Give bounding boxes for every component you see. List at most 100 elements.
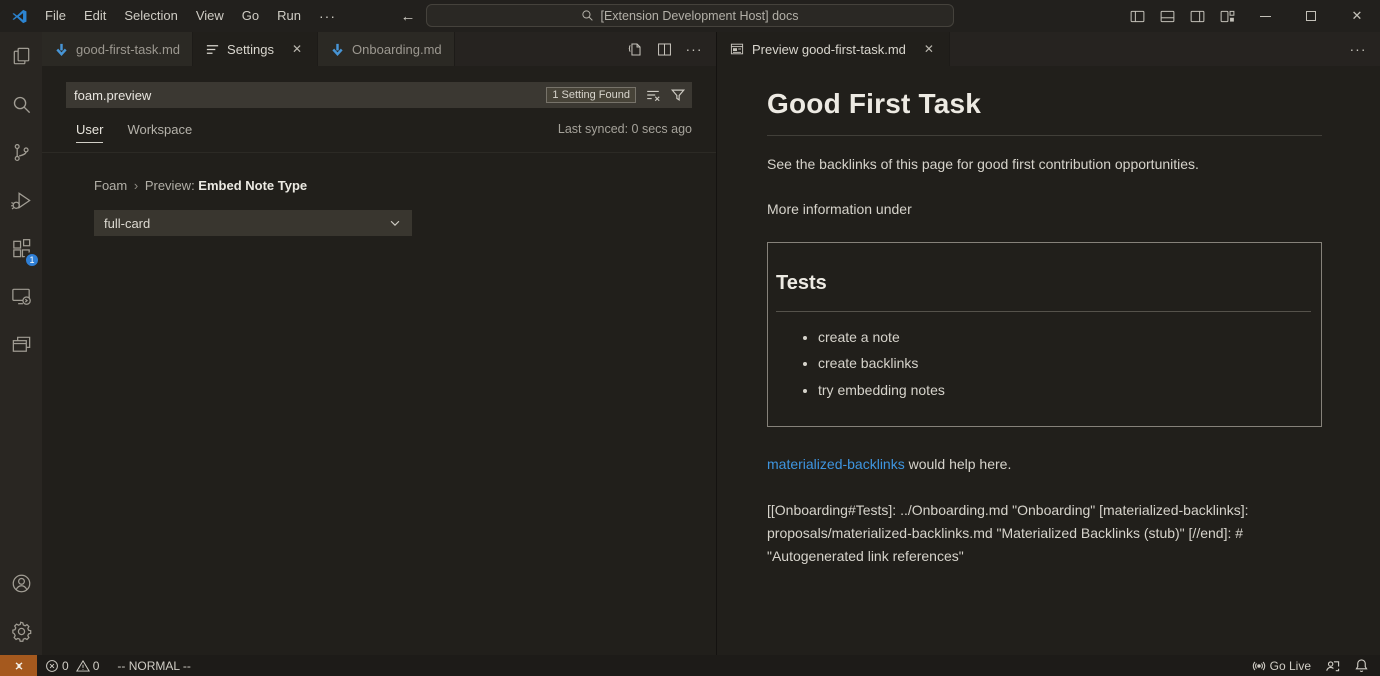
split-editor-icon[interactable] xyxy=(650,36,678,62)
setting-item-embed-note-type: Foam › Preview: Embed Note Type full-car… xyxy=(94,178,412,236)
scope-tab-user[interactable]: User xyxy=(76,122,103,143)
markdown-file-icon xyxy=(54,42,69,57)
go-live-button[interactable]: Go Live xyxy=(1245,655,1318,676)
editor-actions-right: ··· xyxy=(1344,32,1380,66)
menu-view[interactable]: View xyxy=(187,0,233,32)
setting-name: Embed Note Type xyxy=(198,178,307,193)
clear-settings-search-icon[interactable] xyxy=(642,84,664,106)
embedded-note-list: create a note create backlinks try embed… xyxy=(776,327,1311,400)
markdown-file-icon xyxy=(330,42,345,57)
settings-header-divider xyxy=(42,152,716,153)
vim-mode-indicator[interactable]: -- NORMAL -- xyxy=(110,655,198,676)
editor-group-right: Preview good-first-task.md ✕ ··· Good Fi… xyxy=(716,32,1380,655)
menu-go[interactable]: Go xyxy=(233,0,268,32)
list-item: create a note xyxy=(818,327,1311,347)
menu-selection[interactable]: Selection xyxy=(115,0,186,32)
more-actions-icon[interactable]: ··· xyxy=(1344,36,1372,62)
tab-preview-good-first-task[interactable]: Preview good-first-task.md ✕ xyxy=(717,32,950,66)
status-bar: 0 0 -- NORMAL -- Go Live xyxy=(0,655,1380,676)
tab-label: good-first-task.md xyxy=(76,42,180,57)
remote-indicator[interactable] xyxy=(0,655,37,676)
maximize-button[interactable] xyxy=(1288,0,1334,32)
setting-subcategory: Preview: xyxy=(145,178,198,193)
settings-search-box: 1 Setting Found xyxy=(66,82,692,108)
list-item: try embedding notes xyxy=(818,380,1311,400)
preview-title: Good First Task xyxy=(767,84,1322,136)
menu-more-icon[interactable]: ··· xyxy=(310,0,345,32)
editor-actions-left: ··· xyxy=(620,32,716,66)
source-control-icon[interactable] xyxy=(0,128,42,176)
more-actions-icon[interactable]: ··· xyxy=(680,36,708,62)
search-view-icon[interactable] xyxy=(0,80,42,128)
preview-paragraph: More information under xyxy=(767,199,1322,219)
open-settings-json-icon[interactable] xyxy=(620,36,648,62)
settings-scope-tabs: User Workspace Last synced: 0 secs ago xyxy=(76,122,692,148)
tab-good-first-task[interactable]: good-first-task.md xyxy=(42,32,193,66)
settings-list-icon xyxy=(205,42,220,57)
settings-search-input[interactable] xyxy=(66,88,546,103)
error-icon xyxy=(45,659,59,673)
scope-tab-workspace[interactable]: Workspace xyxy=(127,122,192,142)
nav-back-icon[interactable]: ← xyxy=(396,0,420,32)
tab-label: Onboarding.md xyxy=(352,42,442,57)
dropdown-value: full-card xyxy=(104,216,150,231)
titlebar: File Edit Selection View Go Run ··· ← → … xyxy=(0,0,1380,32)
extensions-icon[interactable]: 1 xyxy=(0,224,42,272)
embed-note-type-dropdown[interactable]: full-card xyxy=(94,210,412,236)
editor-group-left: good-first-task.md Settings ✕ Onboarding… xyxy=(42,32,716,655)
warning-icon xyxy=(76,659,90,673)
remote-icon xyxy=(12,659,26,673)
toggle-panel-icon[interactable] xyxy=(1152,0,1182,32)
vscode-logo-icon xyxy=(11,8,28,25)
chevron-down-icon xyxy=(388,216,402,230)
workbench: 1 good-first-task.md xyxy=(0,32,1380,655)
menu-edit[interactable]: Edit xyxy=(75,0,115,32)
editor-layouts-icon[interactable] xyxy=(0,320,42,368)
embedded-note-title: Tests xyxy=(776,269,1311,312)
setting-category: Foam xyxy=(94,178,127,193)
explorer-icon[interactable] xyxy=(0,32,42,80)
menu-file[interactable]: File xyxy=(36,0,75,32)
menu-run[interactable]: Run xyxy=(268,0,310,32)
settings-editor: 1 Setting Found User Workspace Last sync… xyxy=(42,66,716,655)
search-icon xyxy=(581,9,594,22)
remote-explorer-icon[interactable] xyxy=(0,272,42,320)
tabbar-right: Preview good-first-task.md ✕ ··· xyxy=(717,32,1380,66)
breadcrumb-separator: › xyxy=(131,178,141,193)
materialized-backlinks-link[interactable]: materialized-backlinks xyxy=(767,456,905,472)
feedback-icon[interactable] xyxy=(1318,655,1347,676)
vscode-window: File Edit Selection View Go Run ··· ← → … xyxy=(0,0,1380,676)
toggle-secondary-sidebar-icon[interactable] xyxy=(1182,0,1212,32)
tab-label: Preview good-first-task.md xyxy=(752,42,906,57)
embedded-note-card: Tests create a note create backlinks try… xyxy=(767,242,1322,427)
go-live-label: Go Live xyxy=(1270,659,1311,673)
notifications-bell-icon[interactable] xyxy=(1347,655,1376,676)
tab-close-icon[interactable]: ✕ xyxy=(921,41,937,57)
tab-settings[interactable]: Settings ✕ xyxy=(193,32,318,66)
command-center-search[interactable]: [Extension Development Host] docs xyxy=(426,4,954,27)
link-references-paragraph: [[Onboarding#Tests]: ../Onboarding.md "O… xyxy=(767,499,1312,568)
tabbar-left: good-first-task.md Settings ✕ Onboarding… xyxy=(42,32,716,66)
accounts-icon[interactable] xyxy=(0,559,42,607)
filter-settings-icon[interactable] xyxy=(667,84,689,106)
activity-bar: 1 xyxy=(0,32,42,655)
run-and-debug-icon[interactable] xyxy=(0,176,42,224)
markdown-preview: Good First Task See the backlinks of thi… xyxy=(717,66,1380,655)
toggle-primary-sidebar-icon[interactable] xyxy=(1122,0,1152,32)
minimize-button[interactable] xyxy=(1242,0,1288,32)
list-item: create backlinks xyxy=(818,353,1311,373)
manage-gear-icon[interactable] xyxy=(0,607,42,655)
error-count: 0 xyxy=(62,659,69,673)
window-controls: ✕ xyxy=(1122,0,1380,32)
last-synced-label: Last synced: 0 secs ago xyxy=(558,122,692,136)
tab-close-icon[interactable]: ✕ xyxy=(289,41,305,57)
tab-onboarding[interactable]: Onboarding.md xyxy=(318,32,455,66)
markdown-preview-icon xyxy=(729,41,745,57)
window-title: [Extension Development Host] docs xyxy=(600,9,798,23)
customize-layout-icon[interactable] xyxy=(1212,0,1242,32)
warning-count: 0 xyxy=(93,659,100,673)
problems-status[interactable]: 0 0 xyxy=(37,655,110,676)
close-window-button[interactable]: ✕ xyxy=(1334,0,1380,32)
broadcast-icon xyxy=(1252,659,1266,673)
link-suffix-text: would help here. xyxy=(905,456,1012,472)
